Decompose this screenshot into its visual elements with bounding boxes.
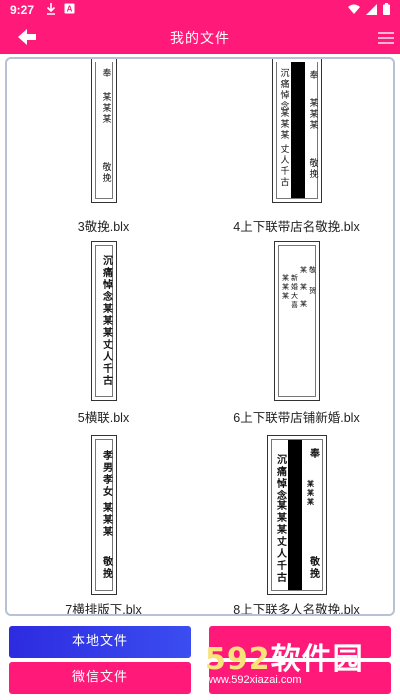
app-header: 我的文件 [0, 20, 400, 54]
file-item[interactable]: 沉痛悼念某某某丈人千古 5横联.blx [7, 241, 200, 431]
file-name: 3敬挽.blx [77, 220, 130, 234]
file-thumbnail: 沉痛悼念 某某某 丈人千古 奉 某某某 敬挽 [266, 435, 327, 595]
menu-icon [378, 32, 394, 34]
file-item[interactable]: 孝男孝女 某某某 敬挽 7横排版下.blx [7, 435, 200, 616]
thumb-black-band [290, 62, 305, 198]
file-thumbnail: 沉痛悼念 某某某 丈人千古 奉 某某某 敬挽 [271, 59, 322, 203]
page-title: 我的文件 [170, 31, 230, 47]
thumb-text: 敬挽 [100, 556, 112, 580]
thumb-text: 某某某 [307, 98, 318, 131]
local-files-button[interactable]: 本地文件 [9, 626, 191, 658]
thumb-text: 敬贺 [308, 266, 317, 308]
thumb-text: 某某某 [306, 480, 316, 507]
wechat-files-button[interactable]: 微信文件 [9, 662, 191, 694]
file-thumbnail: 沉痛悼念某某某丈人千古 [90, 241, 117, 401]
file-thumbnail: 孝男孝女 某某某 敬挽 [90, 435, 117, 595]
thumb-text: 奉 [100, 68, 111, 79]
right-action-button-bottom[interactable] [209, 662, 391, 694]
right-action-button-top[interactable] [209, 626, 391, 658]
signal-icon [366, 3, 377, 15]
file-name: 7横排版下.blx [65, 603, 142, 616]
thumb-text: 沉痛悼念 [274, 454, 286, 502]
thumb-text: 丈人千古 [278, 144, 289, 188]
thumb-text: 敬挽 [307, 556, 319, 580]
menu-button[interactable] [378, 32, 394, 44]
file-thumbnail: 某某某 新婚大喜 某某某 敬贺 [273, 241, 320, 401]
file-thumbnail: 奉 某某某 敬挽 [90, 59, 117, 203]
file-name: 8上下联多人名敬挽.blx [233, 603, 360, 616]
thumb-black-band [287, 440, 302, 590]
thumb-text: 敬挽 [100, 162, 111, 184]
file-name: 5横联.blx [77, 411, 130, 425]
thumb-text: 某某某 [100, 92, 111, 125]
battery-icon [383, 3, 390, 15]
thumb-text: 沉痛悼念 [278, 68, 289, 112]
thumb-text: 丈人千古 [274, 536, 286, 584]
file-name: 6上下联带店铺新婚.blx [233, 411, 360, 425]
thumb-text: 某某某 [100, 502, 112, 538]
file-item[interactable]: 沉痛悼念 某某某 丈人千古 奉 某某某 敬挽 8上下联多人名敬挽.blx [200, 435, 393, 616]
file-item[interactable]: 某某某 新婚大喜 某某某 敬贺 6上下联带店铺新婚.blx [200, 241, 393, 431]
thumb-text: 奉 [307, 70, 318, 81]
status-bar: 9:27 A [0, 0, 400, 20]
wifi-icon [348, 4, 360, 14]
thumb-text: 某某某 [278, 108, 289, 141]
svg-text:A: A [67, 5, 73, 14]
download-icon [46, 3, 56, 15]
thumb-text: 奉 [307, 448, 319, 460]
file-item[interactable]: 奉 某某某 敬挽 3敬挽.blx [7, 59, 200, 237]
status-time: 9:27 [10, 3, 35, 17]
file-name: 4上下联带店名敬挽.blx [233, 220, 360, 234]
thumb-text: 敬挽 [307, 158, 318, 180]
thumb-text: 沉痛悼念某某某丈人千古 [100, 255, 112, 387]
thumb-text: 孝男孝女 [100, 450, 112, 498]
file-grid-panel: 奉 某某某 敬挽 3敬挽.blx 沉痛悼念 某某某 丈人千古 奉 某某某 敬挽 [5, 57, 395, 616]
file-item[interactable]: 沉痛悼念 某某某 丈人千古 奉 某某某 敬挽 4上下联带店名敬挽.blx [200, 59, 393, 237]
thumb-text: 某某某 [274, 500, 286, 536]
a-badge-icon: A [64, 3, 75, 14]
